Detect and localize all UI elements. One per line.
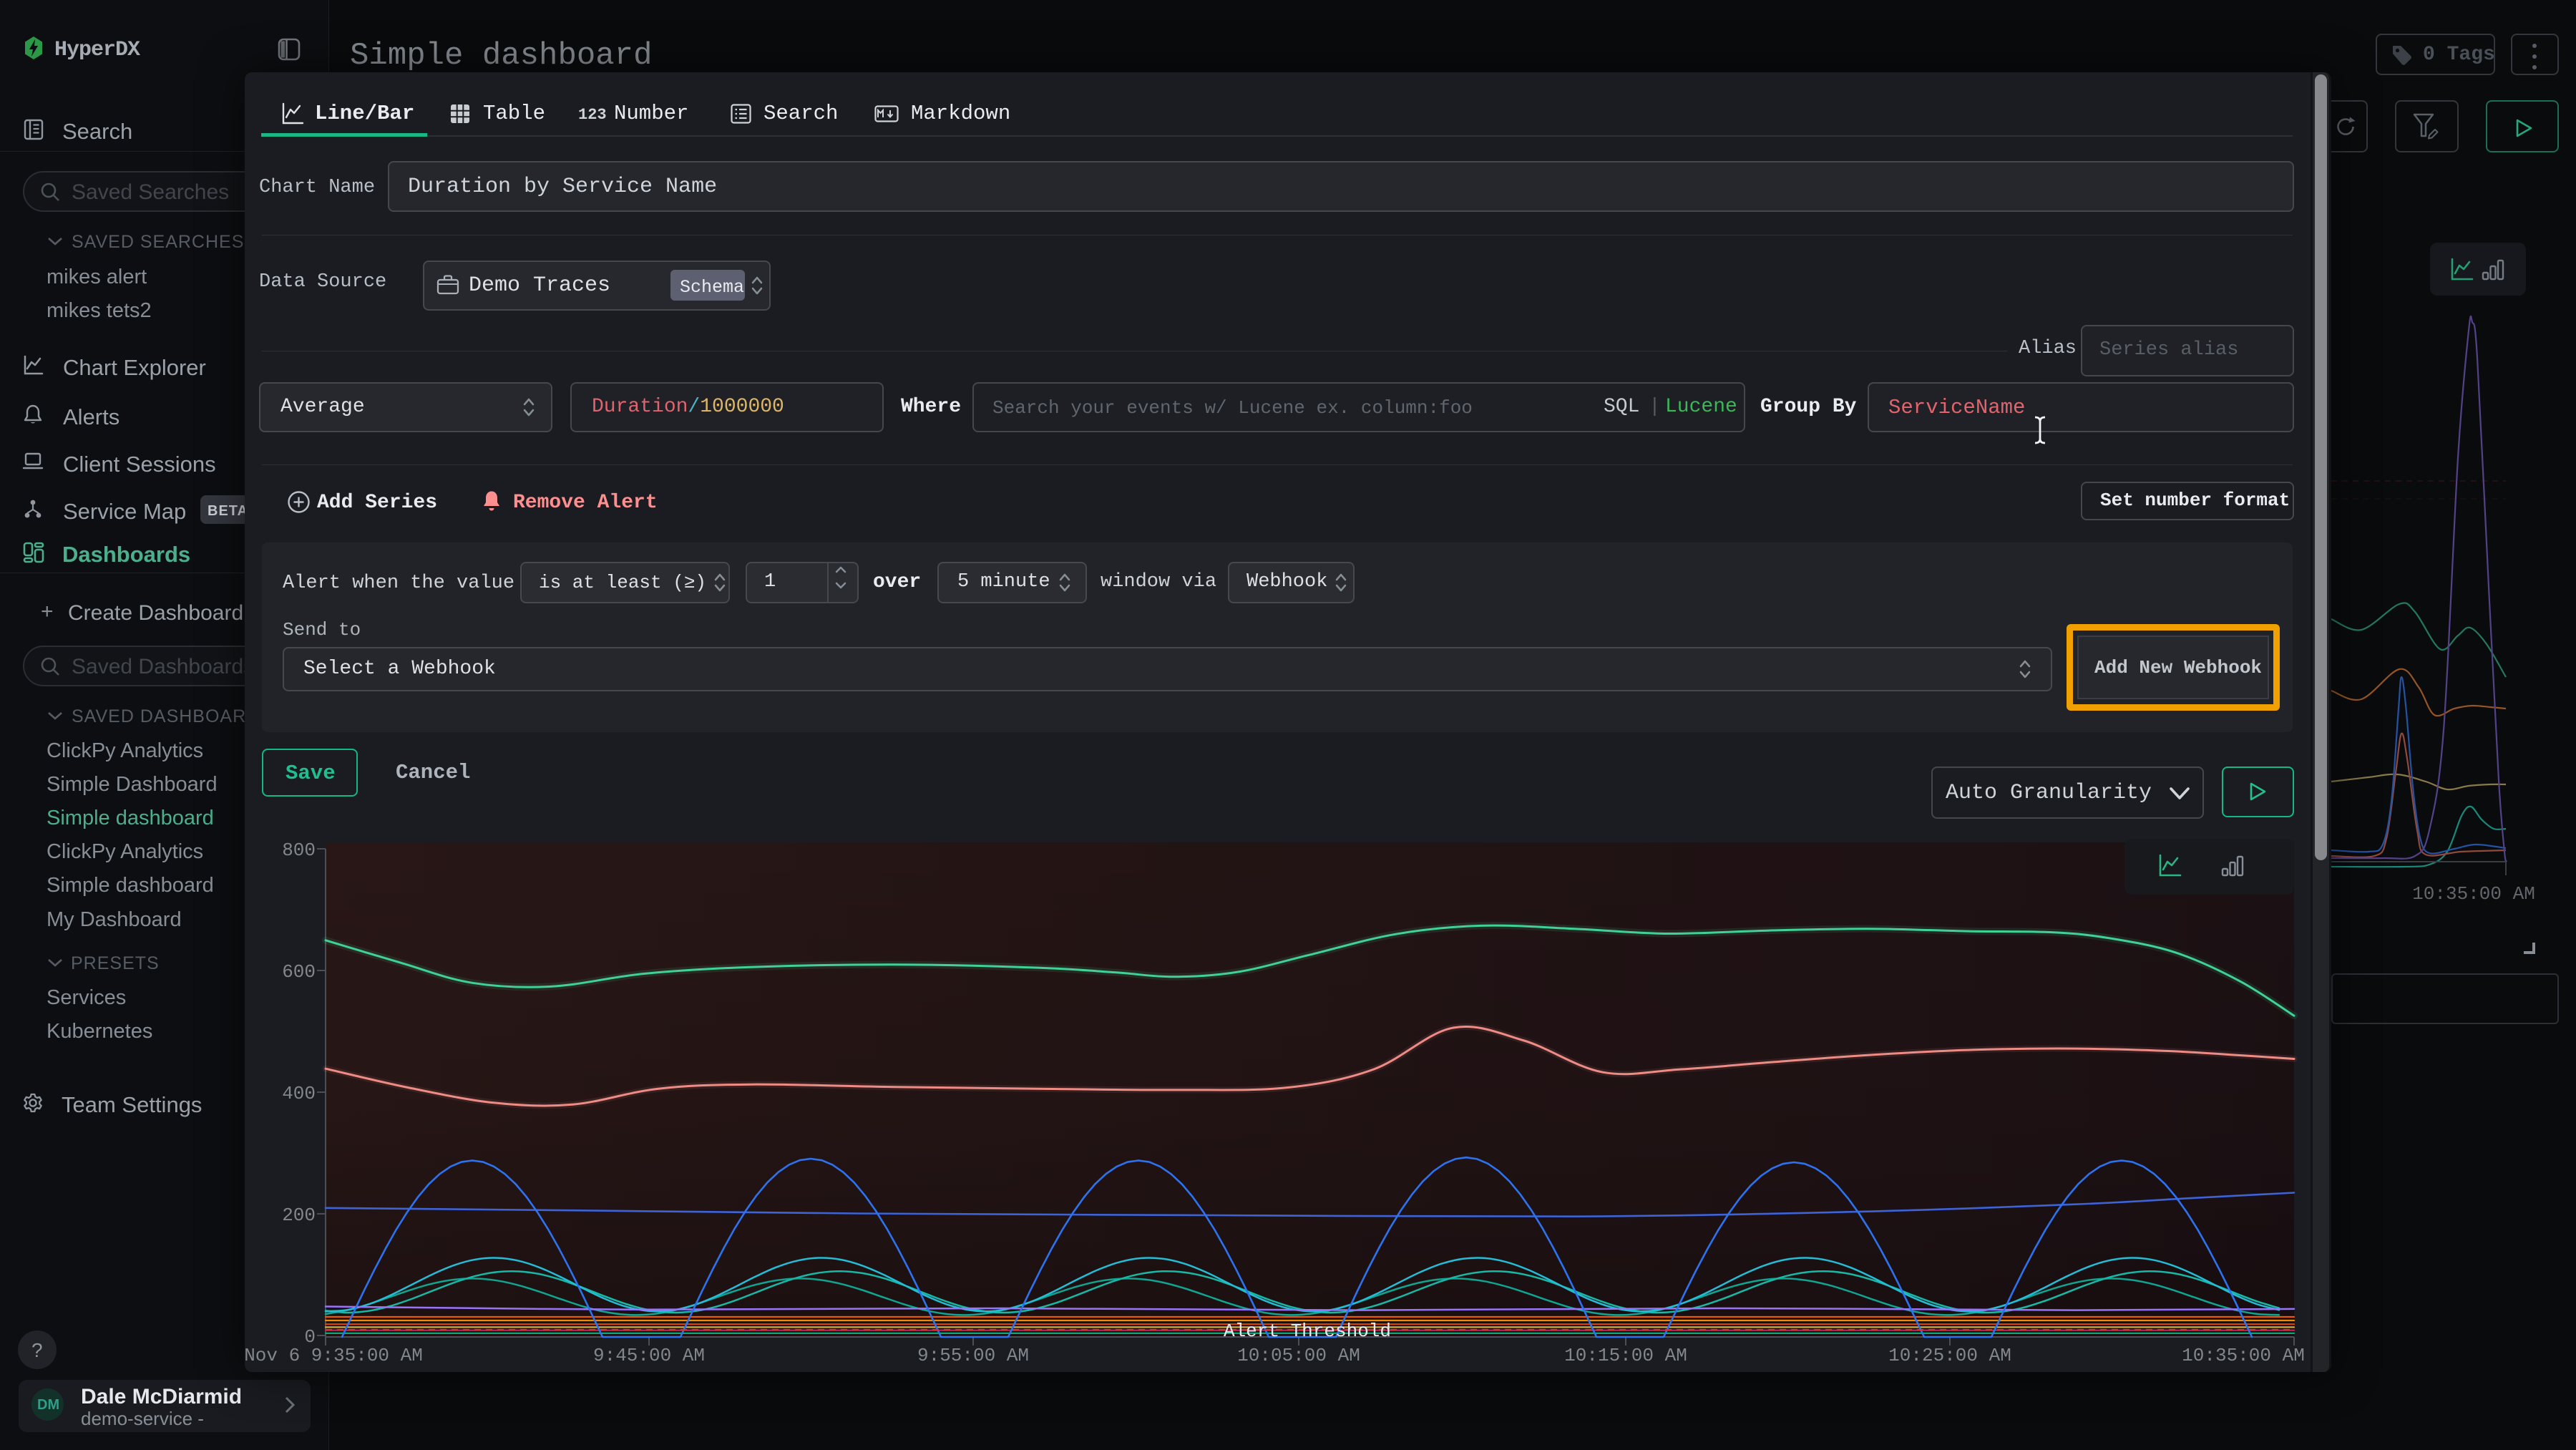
svg-text:800: 800 bbox=[282, 840, 316, 861]
svg-text:Alert Threshold: Alert Threshold bbox=[1224, 1320, 1391, 1342]
svg-text:10:35:00 AM: 10:35:00 AM bbox=[2412, 883, 2535, 905]
svg-text:10:15:00 AM: 10:15:00 AM bbox=[1564, 1345, 1687, 1366]
svg-text:Nov 6 9:35:00 AM: Nov 6 9:35:00 AM bbox=[245, 1345, 423, 1366]
svg-text:200: 200 bbox=[282, 1205, 316, 1226]
svg-text:9:45:00 AM: 9:45:00 AM bbox=[593, 1345, 705, 1366]
svg-text:10:35:00 AM: 10:35:00 AM bbox=[2182, 1345, 2305, 1366]
svg-text:10:25:00 AM: 10:25:00 AM bbox=[1888, 1345, 2011, 1366]
svg-text:400: 400 bbox=[282, 1083, 316, 1104]
svg-text:10:05:00 AM: 10:05:00 AM bbox=[1237, 1345, 1360, 1366]
svg-text:9:55:00 AM: 9:55:00 AM bbox=[917, 1345, 1029, 1366]
svg-text:600: 600 bbox=[282, 961, 316, 983]
